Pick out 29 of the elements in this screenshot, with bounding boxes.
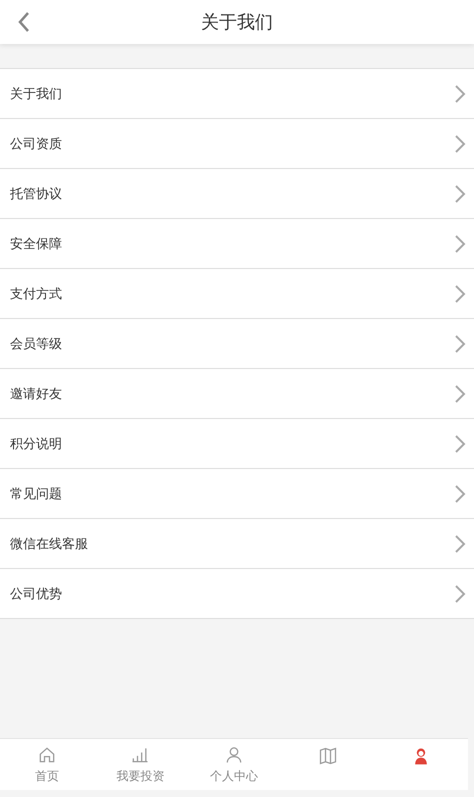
menu-item[interactable]: 微信在线客服 [0, 519, 474, 569]
menu-item[interactable]: 邀请好友 [0, 369, 474, 419]
chevron-icon [454, 434, 466, 454]
home-icon [36, 744, 57, 764]
chevron-icon [454, 234, 466, 254]
page-title: 关于我们 [201, 10, 273, 34]
chevron-icon [454, 184, 466, 204]
tab[interactable]: 个人中心 [187, 739, 281, 790]
person-icon [224, 744, 244, 764]
chevron-icon [454, 334, 466, 354]
chevron-icon [454, 584, 466, 604]
menu-item[interactable]: 公司资质 [0, 119, 474, 169]
chevron-icon [454, 384, 466, 404]
menu-item[interactable]: 托管协议 [0, 169, 474, 219]
menu-item[interactable]: 会员等级 [0, 319, 474, 369]
tab[interactable]: 首页 [0, 739, 94, 790]
menu-item[interactable]: 支付方式 [0, 269, 474, 319]
menu-item[interactable]: 公司优势 [0, 569, 474, 619]
tab[interactable]: 我要投资 [94, 739, 188, 790]
menu-item[interactable]: 常见问题 [0, 469, 474, 519]
chevron-icon [454, 134, 466, 154]
map-icon [318, 746, 338, 766]
menu-item[interactable]: 关于我们 [0, 69, 474, 119]
chevron-icon [454, 84, 466, 104]
menu-item[interactable]: 积分说明 [0, 419, 474, 469]
chevron-icon [454, 534, 466, 554]
chevron-icon [454, 484, 466, 504]
menu-item[interactable]: 安全保障 [0, 219, 474, 269]
chevron-icon [454, 284, 466, 304]
